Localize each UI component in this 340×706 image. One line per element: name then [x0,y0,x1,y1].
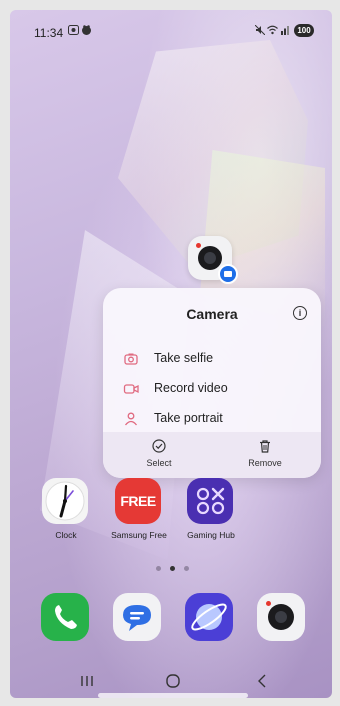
remove-label: Remove [248,458,282,468]
internet-icon[interactable] [185,593,233,641]
remove-button[interactable]: Remove [225,438,305,472]
phone-screen: 11:34 100 Camera i Take selfie Record vi… [10,10,332,698]
app-label: Clock [55,530,77,540]
back-button[interactable] [247,670,277,692]
popup-title: Camera [186,306,238,322]
select-label: Select [146,458,172,468]
page-dot[interactable] [156,566,161,571]
shortcut-record-video[interactable]: Record video [103,375,321,403]
clock-icon [42,478,88,524]
info-icon[interactable]: i [293,306,307,320]
phone-icon[interactable] [41,593,89,641]
app-gaming-hub[interactable]: Gaming Hub [176,478,246,548]
person-icon [123,411,139,427]
camera-red-dot [266,601,271,606]
navigation-bar [10,664,332,698]
lens-inner [204,252,216,264]
home-button[interactable] [158,670,188,692]
signal-icon [280,25,290,38]
status-time: 11:34 [34,26,64,40]
gaming-hub-icon [187,478,233,524]
work-profile-badge-icon [218,264,238,284]
camera-icon[interactable] [257,593,305,641]
page-indicator [156,566,196,574]
page-dot[interactable] [184,566,189,571]
popup-footer: Select Remove [103,432,321,478]
shortcut-take-portrait[interactable]: Take portrait [103,405,321,433]
wifi-icon [267,25,278,38]
page-dot-active[interactable] [170,566,175,571]
app-label: Samsung Free [111,530,167,540]
lens-inner [275,611,287,623]
samsung-free-icon: FREE [115,478,161,524]
app-clock[interactable]: Clock [31,478,101,548]
trash-icon [258,439,272,458]
shortcut-label: Take selfie [154,351,214,365]
screen-record-icon [68,25,79,38]
app-label: Gaming Hub [187,530,235,540]
camera-icon [123,351,139,367]
battery-indicator: 100 [294,24,314,37]
check-circle-icon [152,439,166,458]
notification-icon [81,25,92,38]
messages-icon[interactable] [113,593,161,641]
camera-red-dot [196,243,201,248]
shortcut-label: Record video [154,381,228,395]
app-shortcut-popup: Camera i Take selfie Record video Take p… [103,288,321,478]
shortcut-label: Take portrait [154,411,223,425]
video-icon [123,381,139,397]
status-bar: 11:34 100 [10,10,332,50]
select-button[interactable]: Select [119,438,199,472]
mute-icon [254,24,266,38]
app-samsung-free[interactable]: FREE Samsung Free [104,478,174,548]
shortcut-take-selfie[interactable]: Take selfie [103,345,321,373]
recents-button[interactable] [72,670,102,692]
gesture-bar [98,693,248,698]
